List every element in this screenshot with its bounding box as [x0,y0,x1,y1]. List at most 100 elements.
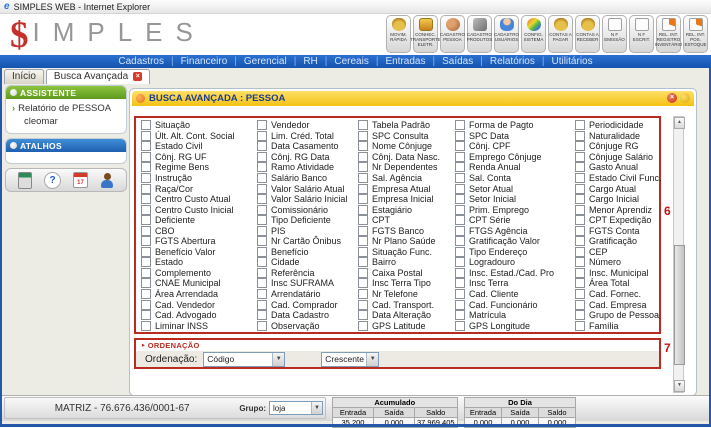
checkbox[interactable] [575,321,585,331]
field-checkbox-item[interactable]: Complemento [141,268,257,279]
checkbox[interactable] [141,321,151,331]
field-checkbox-item[interactable]: Periodicidade [575,120,657,131]
checkbox[interactable] [141,131,151,141]
field-checkbox-item[interactable]: Centro Custo Inicial [141,204,257,215]
field-checkbox-item[interactable]: Tipo Deficiente [257,215,358,226]
scroll-up-icon[interactable]: ▲ [674,117,685,129]
checkbox[interactable] [455,257,465,267]
field-checkbox-item[interactable]: Nr Cartão Ônibus [257,236,358,247]
checkbox[interactable] [358,131,368,141]
chevron-down-icon[interactable]: ▼ [366,353,378,366]
field-checkbox-item[interactable]: Situação Func. [358,247,455,258]
field-checkbox-item[interactable]: FGTS Conta [575,225,657,236]
field-checkbox-item[interactable]: Cônj. RG UF [141,152,257,163]
toolbar-button[interactable]: CADASTRO USUÁRIOS [494,15,519,53]
checkbox[interactable] [358,226,368,236]
checkbox[interactable] [257,184,267,194]
field-checkbox-item[interactable]: Valor Salário Inicial [257,194,358,205]
field-checkbox-item[interactable]: Nome Cônjuge [358,141,455,152]
field-checkbox-item[interactable]: Estado Civil [141,141,257,152]
calculator-icon[interactable] [18,172,32,189]
field-checkbox-item[interactable]: Cad. Advogado [141,310,257,321]
field-checkbox-item[interactable]: Insc SUFRAMA [257,278,358,289]
toolbar-button[interactable]: CADASTRO PESSOA [440,15,465,53]
checkbox[interactable] [575,289,585,299]
chevron-down-icon[interactable]: ▼ [272,353,284,366]
checkbox[interactable] [141,215,151,225]
field-checkbox-item[interactable]: Cad. Cliente [455,289,575,300]
toolbar-button[interactable]: N F ESCRIT. [629,15,654,53]
field-checkbox-item[interactable]: Cônj. RG Data [257,152,358,163]
checkbox[interactable] [141,152,151,162]
field-checkbox-item[interactable]: Bairro [358,257,455,268]
menu-item[interactable]: Relatórios [473,56,535,67]
checkbox[interactable] [358,194,368,204]
field-checkbox-item[interactable]: Liminar INSS [141,320,257,331]
checkbox[interactable] [141,257,151,267]
checkbox[interactable] [257,289,267,299]
field-checkbox-item[interactable]: Sal. Agência [358,173,455,184]
checkbox[interactable] [257,162,267,172]
field-checkbox-item[interactable]: Estado Civil Func. [575,173,657,184]
checkbox[interactable] [358,141,368,151]
field-checkbox-item[interactable]: Últ. Alt. Cont. Social [141,131,257,142]
checkbox[interactable] [358,152,368,162]
checkbox[interactable] [358,310,368,320]
field-checkbox-item[interactable]: Cônj. Data Nasc. [358,152,455,163]
checkbox[interactable] [575,173,585,183]
field-checkbox-item[interactable]: Instrução [141,173,257,184]
checkbox[interactable] [455,152,465,162]
toolbar-button[interactable]: REL. INT. REGISTRO INVENTÁRIO [656,15,681,53]
checkbox[interactable] [257,278,267,288]
checkbox[interactable] [141,278,151,288]
checkbox[interactable] [455,215,465,225]
checkbox[interactable] [141,173,151,183]
tab-close-icon[interactable]: × [133,72,142,81]
checkbox[interactable] [575,278,585,288]
chevron-down-icon[interactable]: ▼ [311,402,322,414]
checkbox[interactable] [141,141,151,151]
field-checkbox-item[interactable]: Família [575,320,657,331]
checkbox[interactable] [358,257,368,267]
field-checkbox-item[interactable]: Valor Salário Atual [257,183,358,194]
field-checkbox-item[interactable]: Área Arrendada [141,289,257,300]
toolbar-button[interactable]: CONTAS A RECEBER [575,15,600,53]
field-checkbox-item[interactable]: Benefício Valor [141,247,257,258]
toolbar-button[interactable]: CONTAS A PAGAR [548,15,573,53]
field-checkbox-item[interactable]: Prim. Emprego [455,204,575,215]
checkbox[interactable] [358,215,368,225]
checkbox[interactable] [455,289,465,299]
checkbox[interactable] [358,289,368,299]
field-checkbox-item[interactable]: Regime Bens [141,162,257,173]
checkbox[interactable] [455,205,465,215]
field-checkbox-item[interactable]: SPC Data [455,131,575,142]
checkbox[interactable] [141,205,151,215]
field-checkbox-item[interactable]: Cad. Comprador [257,299,358,310]
checkbox[interactable] [575,141,585,151]
field-checkbox-item[interactable]: Cônjuge RG [575,141,657,152]
checkbox[interactable] [575,226,585,236]
checkbox[interactable] [455,184,465,194]
checkbox[interactable] [358,236,368,246]
field-checkbox-item[interactable]: Insc. Estad./Cad. Pro [455,268,575,279]
checkbox[interactable] [455,173,465,183]
toolbar-button[interactable]: N F EMISSÃO [602,15,627,53]
checkbox[interactable] [141,289,151,299]
field-checkbox-item[interactable]: CPT Expedição [575,215,657,226]
checkbox[interactable] [141,120,151,130]
field-checkbox-item[interactable]: Empresa Inicial [358,194,455,205]
help-icon[interactable]: ? [44,172,61,189]
field-checkbox-item[interactable]: Benefício [257,247,358,258]
checkbox[interactable] [358,173,368,183]
field-checkbox-item[interactable]: Área Total [575,278,657,289]
checkbox[interactable] [257,131,267,141]
checkbox[interactable] [358,300,368,310]
checkbox[interactable] [455,268,465,278]
checkbox[interactable] [575,257,585,267]
field-checkbox-item[interactable]: Setor Inicial [455,194,575,205]
checkbox[interactable] [141,236,151,246]
field-checkbox-item[interactable]: Situação [141,120,257,131]
field-checkbox-item[interactable]: CBO [141,225,257,236]
menu-item[interactable]: Financeiro [164,56,227,67]
field-checkbox-item[interactable]: Emprego Cônjuge [455,152,575,163]
